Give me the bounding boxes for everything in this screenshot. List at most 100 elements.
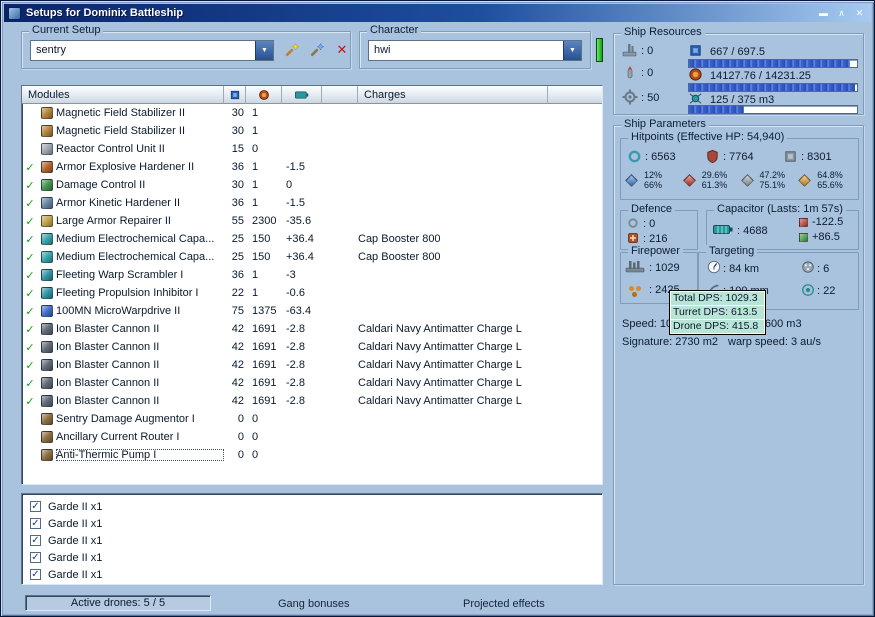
resist-icon — [740, 174, 754, 187]
module-row[interactable]: ✓ Medium Electrochemical Capa... 25 150 … — [22, 248, 602, 266]
drone-row[interactable]: ✓ Garde II x1 — [22, 515, 602, 532]
delete-setup-button[interactable]: ✕ — [332, 40, 352, 60]
sensor-strength-value: : 22 — [817, 285, 836, 297]
shade-button[interactable]: ∧ — [834, 7, 849, 20]
drones-panel: ✓ Garde II x1 ✓ Garde II x1 ✓ Garde II x… — [21, 493, 603, 585]
armor-resist-value: 61.3% — [701, 180, 728, 190]
active-checkmark: ✓ — [25, 395, 35, 408]
module-icon — [38, 251, 56, 263]
module-cap-value: -2.8 — [286, 341, 305, 353]
volley-icon — [629, 286, 634, 291]
module-row[interactable]: ✓ Medium Electrochemical Capa... 25 150 … — [22, 230, 602, 248]
hitpoints-label: Hitpoints (Effective HP: 54,940) — [628, 131, 788, 144]
active-checkmark: ✓ — [25, 215, 35, 228]
active-drones-count: Active drones: 5 / 5 — [70, 597, 166, 609]
module-cpu-value: 42 — [231, 323, 244, 335]
drone-checkbox[interactable]: ✓ — [30, 535, 41, 546]
launcher-hardpoint-icon — [622, 65, 638, 84]
module-row[interactable]: ✓ Ion Blaster Cannon II 42 1691 -2.8 Cal… — [22, 356, 602, 374]
module-row[interactable]: ✓ Ion Blaster Cannon II 42 1691 -2.8 Cal… — [22, 338, 602, 356]
cpu-usage-value: 667 / 697.5 — [710, 46, 766, 58]
col-charges-header[interactable]: Charges — [358, 86, 548, 104]
module-row[interactable]: Sentry Damage Augmentor I 0 0 — [22, 410, 602, 428]
col-cpu-header[interactable] — [224, 86, 246, 104]
col-modules-header[interactable]: Modules — [22, 86, 224, 104]
copy-setup-button[interactable] — [307, 40, 327, 60]
new-setup-button[interactable] — [282, 40, 302, 60]
module-row[interactable]: ✓ Fleeting Propulsion Inhibitor I 22 1 -… — [22, 284, 602, 302]
col-powergrid-header[interactable] — [246, 86, 282, 104]
module-row[interactable]: ✓ Ion Blaster Cannon II 42 1691 -2.8 Cal… — [22, 320, 602, 338]
active-checkmark: ✓ — [25, 287, 35, 300]
drone-checkbox[interactable]: ✓ — [30, 569, 41, 580]
chevron-down-icon[interactable]: ▼ — [563, 41, 581, 60]
drone-checkbox[interactable]: ✓ — [30, 518, 41, 529]
drone-row[interactable]: ✓ Garde II x1 — [22, 566, 602, 583]
module-icon — [38, 341, 56, 353]
resist-cluster: 29.6% 61.3% — [682, 170, 741, 190]
module-pg-value: 1 — [252, 287, 259, 299]
module-cpu-value: 42 — [231, 395, 244, 407]
active-checkmark: ✓ — [25, 179, 35, 192]
minimize-button[interactable]: ▬ — [816, 7, 831, 20]
module-row[interactable]: ✓ Damage Control II 30 1 0 — [22, 176, 602, 194]
cpu-bar — [688, 59, 858, 68]
active-checkmark: ✓ — [25, 341, 35, 354]
module-icon — [38, 413, 56, 425]
drone-label: Garde II x1 — [48, 534, 103, 547]
setup-select[interactable]: sentry ▼ — [30, 40, 274, 61]
turret-hardpoint-icon — [622, 42, 638, 61]
active-checkmark: ✓ — [25, 251, 35, 264]
module-row[interactable]: ✓ Ion Blaster Cannon II 42 1691 -2.8 Cal… — [22, 374, 602, 392]
drone-row[interactable]: ✓ Garde II x1 — [22, 549, 602, 566]
warp-speed-value: warp speed: 3 au/s — [728, 336, 821, 348]
module-row[interactable]: ✓ Large Armor Repairer II 55 2300 -35.6 — [22, 212, 602, 230]
projected-effects-section[interactable]: Projected effects — [463, 598, 545, 610]
module-charge: Cap Booster 800 — [358, 233, 441, 245]
module-row[interactable]: ✓ Fleeting Warp Scrambler I 36 1 -3 — [22, 266, 602, 284]
armor-resist-value: 66% — [644, 180, 663, 190]
module-row[interactable]: Magnetic Field Stabilizer II 30 1 — [22, 104, 602, 122]
module-row[interactable]: ✓ Armor Explosive Hardener II 36 1 -1.5 — [22, 158, 602, 176]
turret-slots-value: : 0 — [641, 45, 654, 57]
cap-drain-value: -122.5 — [812, 216, 844, 228]
module-cap-value: -0.6 — [286, 287, 305, 299]
drone-checkbox[interactable]: ✓ — [30, 552, 41, 563]
structure-hp-value: : 8301 — [801, 151, 832, 163]
module-row[interactable]: ✓ 100MN MicroWarpdrive II 75 1375 -63.4 — [22, 302, 602, 320]
gang-bonuses-section[interactable]: Gang bonuses — [278, 598, 350, 610]
title-bar[interactable]: Setups for Dominix Battleship ▬ ∧ ✕ — [4, 4, 871, 22]
module-name: Fleeting Propulsion Inhibitor I — [56, 287, 199, 299]
close-button[interactable]: ✕ — [852, 7, 867, 20]
module-cap-value: -2.8 — [286, 395, 305, 407]
module-icon — [38, 233, 56, 245]
drone-row[interactable]: ✓ Garde II x1 — [22, 498, 602, 515]
module-cpu-value: 55 — [231, 215, 244, 227]
hitpoints-groupbox: Hitpoints (Effective HP: 54,940) : 6563 … — [620, 131, 859, 200]
col-capacitor-header[interactable] — [282, 86, 322, 104]
module-icon — [38, 215, 56, 227]
module-row[interactable]: ✓ Ion Blaster Cannon II 42 1691 -2.8 Cal… — [22, 392, 602, 410]
module-cap-value: -2.8 — [286, 323, 305, 335]
drone-checkbox[interactable]: ✓ — [30, 501, 41, 512]
module-row[interactable]: Ancillary Current Router I 0 0 — [22, 428, 602, 446]
module-cap-value: -2.8 — [286, 377, 305, 389]
module-row[interactable]: ✓ Armor Kinetic Hardener II 36 1 -1.5 — [22, 194, 602, 212]
chevron-down-icon[interactable]: ▼ — [255, 41, 273, 60]
launcher-slots-value: : 0 — [641, 67, 654, 79]
module-row[interactable]: Magnetic Field Stabilizer II 30 1 — [22, 122, 602, 140]
module-cap-value: -3 — [286, 269, 296, 281]
shield-boost-icon — [627, 217, 639, 232]
setup-select-value: sentry — [36, 44, 66, 56]
module-name: Reactor Control Unit II — [56, 143, 165, 155]
module-icon — [38, 287, 56, 299]
module-row[interactable]: Anti-Thermic Pump I 0 0 — [22, 446, 602, 464]
character-select[interactable]: hwi ▼ — [368, 40, 582, 61]
module-row[interactable]: Reactor Control Unit II 15 0 — [22, 140, 602, 158]
cap-recharge-value: +86.5 — [812, 231, 840, 243]
module-pg-value: 1375 — [252, 305, 277, 317]
module-charge: Cap Booster 800 — [358, 251, 441, 263]
module-icon — [38, 359, 56, 371]
drone-row[interactable]: ✓ Garde II x1 — [22, 532, 602, 549]
app-icon[interactable] — [8, 6, 21, 20]
